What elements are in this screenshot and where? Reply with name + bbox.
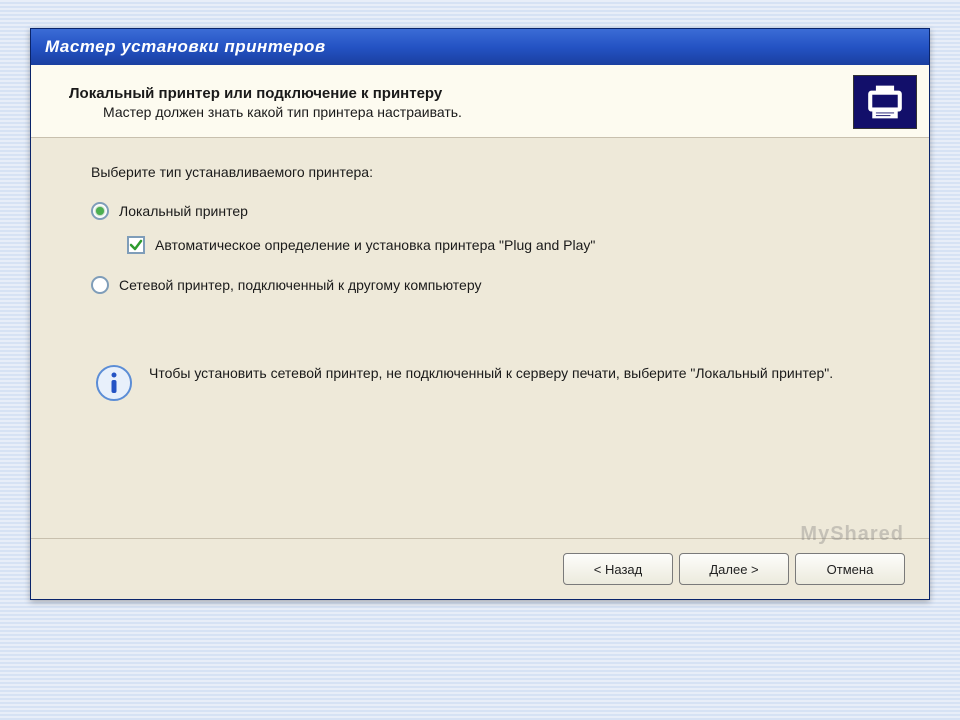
button-bar: < Назад Далее > Отмена	[31, 538, 929, 599]
info-text: Чтобы установить сетевой принтер, не под…	[149, 364, 833, 384]
radio-local[interactable]	[91, 202, 109, 220]
radio-network-label: Сетевой принтер, подключенный к другому …	[119, 277, 481, 293]
next-button[interactable]: Далее >	[679, 553, 789, 585]
info-row: Чтобы установить сетевой принтер, не под…	[91, 364, 889, 402]
header-subtitle: Мастер должен знать какой тип принтера н…	[69, 104, 853, 120]
checkmark-icon	[129, 238, 143, 252]
titlebar: Мастер установки принтеров	[31, 29, 929, 65]
printer-icon	[853, 75, 917, 129]
checkbox-autodetect-label: Автоматическое определение и установка п…	[155, 237, 595, 253]
checkbox-autodetect-row[interactable]: Автоматическое определение и установка п…	[127, 236, 889, 254]
radio-network-row[interactable]: Сетевой принтер, подключенный к другому …	[91, 276, 889, 294]
radio-network[interactable]	[91, 276, 109, 294]
header-title: Локальный принтер или подключение к прин…	[69, 85, 853, 102]
checkbox-autodetect[interactable]	[127, 236, 145, 254]
radio-local-row[interactable]: Локальный принтер	[91, 202, 889, 220]
back-button[interactable]: < Назад	[563, 553, 673, 585]
radio-local-label: Локальный принтер	[119, 203, 248, 219]
info-icon	[95, 364, 133, 402]
wizard-header: Локальный принтер или подключение к прин…	[31, 65, 929, 138]
printer-wizard-dialog: Мастер установки принтеров Локальный при…	[30, 28, 930, 600]
cancel-button[interactable]: Отмена	[795, 553, 905, 585]
header-text: Локальный принтер или подключение к прин…	[69, 85, 853, 120]
instruction-text: Выберите тип устанавливаемого принтера:	[91, 164, 889, 180]
dialog-title: Мастер установки принтеров	[45, 37, 326, 56]
wizard-content: Выберите тип устанавливаемого принтера: …	[31, 138, 929, 538]
